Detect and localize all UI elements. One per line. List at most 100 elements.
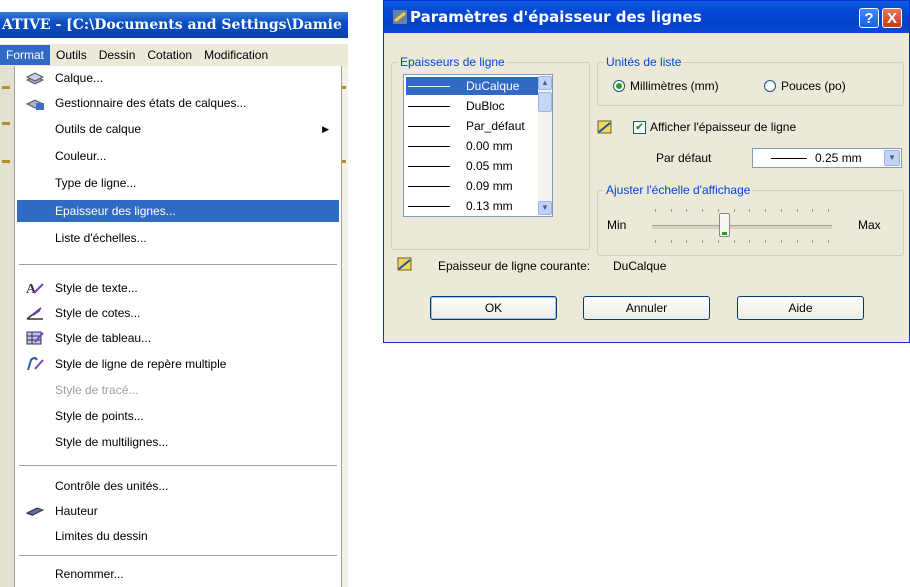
slider-tick xyxy=(812,209,813,212)
menu-item-limites-dessin[interactable]: Limites du dessin xyxy=(17,525,339,547)
slider-tick xyxy=(734,209,735,212)
current-lineweight-icon xyxy=(397,257,412,271)
menu-item-style-trace: Style de tracé... xyxy=(17,379,339,401)
menu-item-label: Liste d'échelles... xyxy=(55,231,147,245)
menu-item-style-tableau[interactable]: Style de tableau... xyxy=(17,327,339,349)
slider-tick xyxy=(749,209,750,212)
default-label: Par défaut xyxy=(656,151,712,165)
menu-item-label: Style de ligne de repère multiple xyxy=(55,357,227,371)
menu-item-liste-echelles[interactable]: Liste d'échelles... xyxy=(17,227,339,249)
slider-tick xyxy=(781,240,782,243)
slider-tick xyxy=(828,209,829,212)
list-scrollbar[interactable]: ▲ ▼ xyxy=(538,76,552,215)
slider-tick xyxy=(671,209,672,212)
window-title: ATIVE - [C:\Documents and Settings\Damie xyxy=(0,12,348,38)
lineweight-display-icon xyxy=(597,120,612,134)
menu-item-type-ligne[interactable]: Type de ligne... xyxy=(17,172,339,194)
menu-item-controle-unites[interactable]: Contrôle des unités... xyxy=(17,475,339,497)
lineweights-group-title: Epaisseurs de ligne xyxy=(398,55,507,69)
menu-item-style-texte[interactable]: A Style de texte... xyxy=(17,277,339,299)
menu-separator xyxy=(19,555,337,556)
list-item[interactable]: 0.13 mm xyxy=(406,197,538,215)
menu-bar: Format Outils Dessin Cotation Modificati… xyxy=(0,44,348,67)
slider-tick xyxy=(812,240,813,243)
menu-item-label: Outils de calque xyxy=(55,122,142,136)
display-lineweight-checkbox[interactable]: ✔ xyxy=(633,121,646,134)
close-icon[interactable]: X xyxy=(882,8,902,28)
menu-item-renommer[interactable]: Renommer... xyxy=(17,563,339,585)
slider-tick xyxy=(655,240,656,243)
menu-item-calque[interactable]: Calque... xyxy=(17,67,339,89)
list-item[interactable]: 0.00 mm xyxy=(406,137,538,155)
menu-item-style-points[interactable]: Style de points... xyxy=(17,405,339,427)
menu-item-hauteur[interactable]: Hauteur xyxy=(17,500,339,522)
menu-item-label: Contrôle des unités... xyxy=(55,479,169,493)
menu-cotation[interactable]: Cotation xyxy=(141,45,198,65)
help-button[interactable]: Aide xyxy=(737,296,864,320)
menu-item-label: Couleur... xyxy=(55,149,107,163)
menu-item-style-ligne-repere[interactable]: Style de ligne de repère multiple xyxy=(17,353,339,375)
dialog-titlebar[interactable]: Paramètres d'épaisseur des lignes ? X xyxy=(384,1,909,33)
menu-dessin[interactable]: Dessin xyxy=(93,45,142,65)
menu-item-label: Style de tableau... xyxy=(55,331,152,345)
menu-item-label: Style de points... xyxy=(55,409,144,423)
autocad-window: ATIVE - [C:\Documents and Settings\Damie… xyxy=(0,0,348,587)
menu-item-label: Style de multilignes... xyxy=(55,435,169,449)
list-item[interactable]: DuCalque xyxy=(406,77,538,95)
menu-item-epaisseur-lignes[interactable]: Epaisseur des lignes... xyxy=(17,200,339,222)
scroll-thumb[interactable] xyxy=(538,92,552,112)
menu-format[interactable]: Format xyxy=(0,45,51,65)
slider-tick xyxy=(765,209,766,212)
menu-modification[interactable]: Modification xyxy=(198,45,274,65)
submenu-arrow-icon: ▶ xyxy=(322,124,329,134)
left-toolbar-strip xyxy=(0,66,14,587)
menu-outils[interactable]: Outils xyxy=(50,45,93,65)
current-lineweight-value: DuCalque xyxy=(613,259,667,273)
scale-group-title: Ajuster l'échelle d'affichage xyxy=(604,183,753,197)
radio-millimeters[interactable] xyxy=(613,80,625,92)
menu-item-outils-calque[interactable]: Outils de calque ▶ xyxy=(17,118,339,140)
chevron-down-icon[interactable]: ▼ xyxy=(884,150,900,166)
lineweights-list[interactable]: DuCalque DuBloc Par_défaut 0.00 mm 0.05 … xyxy=(403,74,553,217)
format-menu: Calque... Gestionnaire des états de calq… xyxy=(14,66,342,587)
list-item[interactable]: 0.05 mm xyxy=(406,157,538,175)
slider-tick xyxy=(765,240,766,243)
scroll-down-icon[interactable]: ▼ xyxy=(538,201,552,215)
display-lineweight-label[interactable]: Afficher l'épaisseur de ligne xyxy=(650,120,796,134)
radio-millimeters-label[interactable]: Millimètres (mm) xyxy=(630,79,719,93)
ok-button[interactable]: OK xyxy=(430,296,557,320)
default-lineweight-value: 0.25 mm xyxy=(815,151,862,165)
slider-thumb[interactable] xyxy=(719,213,730,237)
radio-inches[interactable] xyxy=(764,80,776,92)
display-scale-slider[interactable] xyxy=(652,225,832,229)
menu-item-label: Type de ligne... xyxy=(55,176,137,190)
radio-inches-label[interactable]: Pouces (po) xyxy=(781,79,846,93)
layers-icon xyxy=(25,72,45,85)
list-item[interactable]: 0.09 mm xyxy=(406,177,538,195)
slider-tick xyxy=(718,240,719,243)
menu-item-style-cotes[interactable]: Style de cotes... xyxy=(17,302,339,324)
menu-item-couleur[interactable]: Couleur... xyxy=(17,145,339,167)
menu-item-style-multilignes[interactable]: Style de multilignes... xyxy=(17,431,339,453)
scroll-up-icon[interactable]: ▲ xyxy=(538,76,552,90)
list-item[interactable]: Par_défaut xyxy=(406,117,538,135)
slider-tick xyxy=(734,240,735,243)
menu-item-label: Hauteur xyxy=(55,504,98,518)
slider-max-label: Max xyxy=(858,218,881,232)
menu-item-label: Calque... xyxy=(55,71,104,85)
menu-item-gestionnaire-etats[interactable]: Gestionnaire des états de calques... xyxy=(17,92,339,114)
cancel-button[interactable]: Annuler xyxy=(583,296,710,320)
svg-text:A: A xyxy=(26,282,37,296)
list-item[interactable]: DuBloc xyxy=(406,97,538,115)
help-icon[interactable]: ? xyxy=(859,8,879,28)
slider-tick xyxy=(781,209,782,212)
current-lineweight-label: Epaisseur de ligne courante: xyxy=(438,259,591,273)
slider-tick xyxy=(686,209,687,212)
slider-tick xyxy=(828,240,829,243)
slider-tick xyxy=(702,240,703,243)
menu-item-label: Renommer... xyxy=(55,567,124,581)
table-style-icon xyxy=(26,331,44,345)
default-lineweight-select[interactable]: 0.25 mm ▼ xyxy=(752,148,902,168)
menu-item-label: Style de tracé... xyxy=(55,383,139,397)
units-group-title: Unités de liste xyxy=(604,55,684,69)
